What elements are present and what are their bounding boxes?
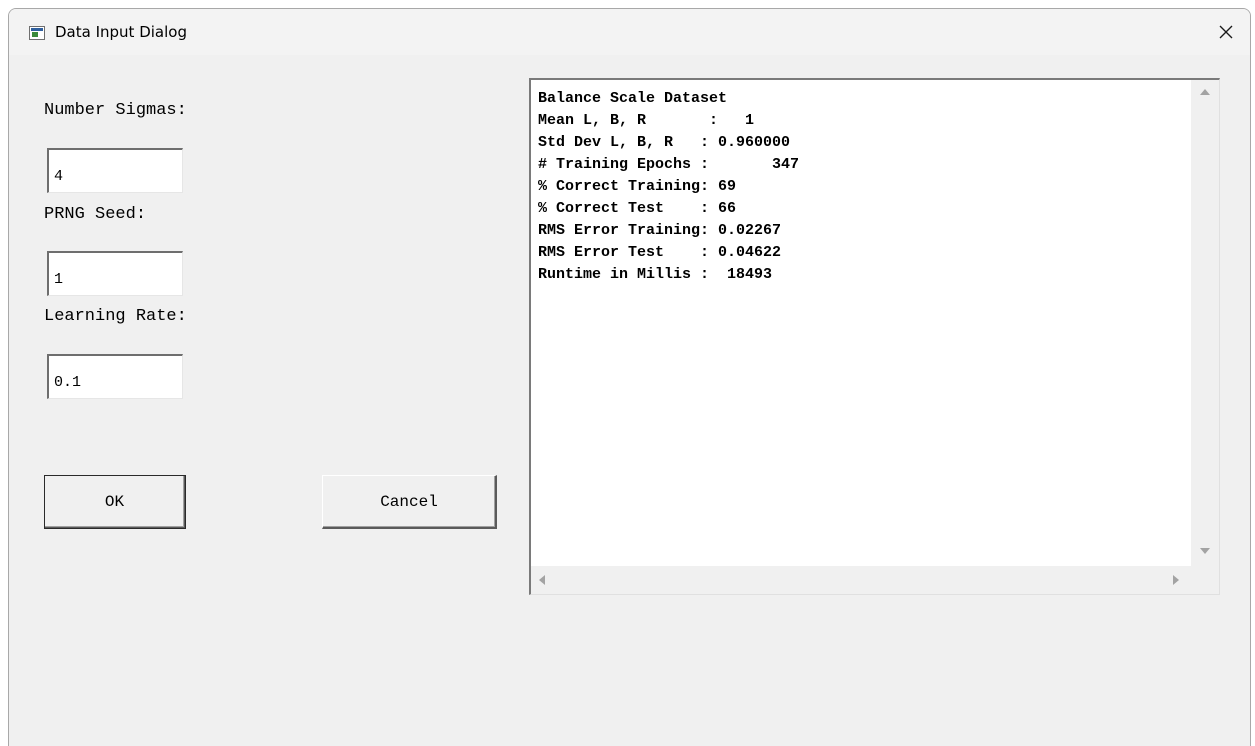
output-line: Balance Scale Dataset — [538, 90, 728, 107]
cancel-button[interactable]: Cancel — [322, 475, 497, 529]
horizontal-scrollbar[interactable] — [531, 566, 1191, 594]
app-window-icon — [29, 26, 45, 40]
learning-rate-input[interactable] — [47, 354, 183, 399]
scroll-right-icon[interactable] — [1173, 575, 1179, 585]
vertical-scrollbar[interactable] — [1191, 80, 1219, 566]
output-line: % Correct Test : 66 — [538, 200, 737, 217]
scrollbar-corner — [1191, 566, 1219, 594]
close-icon — [1219, 25, 1233, 39]
scroll-left-icon[interactable] — [539, 575, 545, 585]
data-input-dialog: Data Input Dialog Number Sigmas: PRNG Se… — [8, 8, 1251, 746]
prng-seed-input[interactable] — [47, 251, 183, 296]
number-sigmas-input[interactable] — [47, 148, 183, 193]
title-bar[interactable]: Data Input Dialog — [9, 9, 1250, 55]
close-button[interactable] — [1202, 9, 1250, 55]
output-line: RMS Error Training: 0.02267 — [538, 222, 782, 239]
prng-seed-label: PRNG Seed: — [44, 205, 147, 224]
scroll-down-icon[interactable] — [1200, 548, 1210, 554]
output-line: Runtime in Millis : 18493 — [538, 266, 773, 283]
number-sigmas-label: Number Sigmas: — [44, 101, 187, 120]
output-line: # Training Epochs : 347 — [538, 156, 800, 173]
output-text: Balance Scale Dataset Mean L, B, R : 1 S… — [538, 88, 799, 286]
output-text-area[interactable]: Balance Scale Dataset Mean L, B, R : 1 S… — [529, 78, 1220, 595]
output-line: RMS Error Test : 0.04622 — [538, 244, 782, 261]
output-line: Mean L, B, R : 1 — [538, 112, 755, 129]
scroll-up-icon[interactable] — [1200, 89, 1210, 95]
learning-rate-label: Learning Rate: — [44, 307, 187, 326]
output-line: % Correct Training: 69 — [538, 178, 737, 195]
output-line: Std Dev L, B, R : 0.960000 — [538, 134, 791, 151]
window-title: Data Input Dialog — [55, 23, 187, 41]
ok-button[interactable]: OK — [44, 475, 186, 529]
